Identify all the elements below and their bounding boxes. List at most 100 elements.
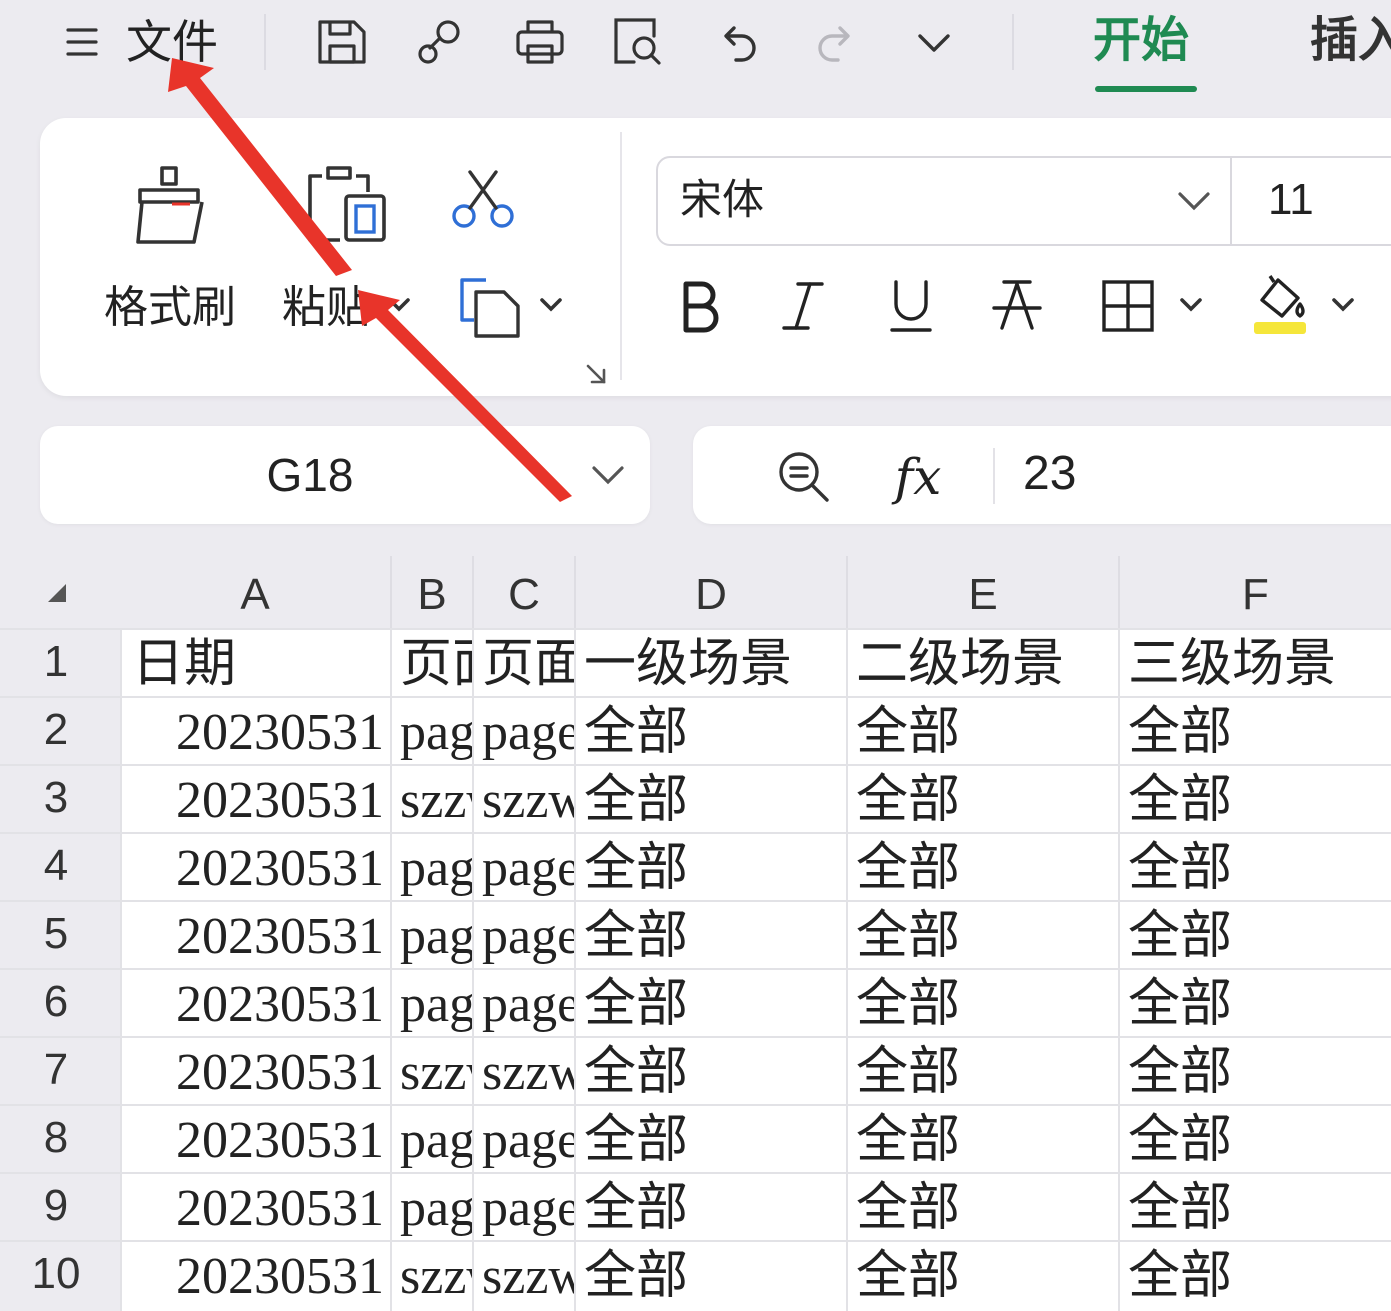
row-header[interactable]: 5 [0,900,112,968]
cell-d8[interactable]: 全部 [584,1104,846,1172]
cell-d10[interactable]: 全部 [584,1240,846,1308]
cell-f9[interactable]: 全部 [1128,1172,1391,1240]
cell-b1[interactable]: 页面 [400,628,472,696]
copy-dropdown-chevron-icon[interactable] [536,290,566,320]
more-chevron-icon[interactable] [906,14,962,70]
row-header[interactable]: 8 [0,1104,112,1172]
cell-a2[interactable]: 20230531 [124,696,384,764]
cell-e8[interactable]: 全部 [856,1104,1118,1172]
cell-d1[interactable]: 一级场景 [584,628,846,696]
cell-b8[interactable]: page [400,1104,472,1172]
cell-c5[interactable]: page [482,900,574,968]
font-family-chevron-icon[interactable] [1174,184,1214,218]
redo-icon[interactable] [808,14,864,70]
cell-c4[interactable]: page [482,832,574,900]
select-all-corner-icon[interactable] [44,580,70,606]
column-header-a[interactable]: A [120,560,390,630]
name-box[interactable]: G18 [40,426,650,524]
row-header[interactable]: 10 [0,1240,112,1308]
cell-b5[interactable]: page [400,900,472,968]
format-painter-icon[interactable] [130,160,210,250]
fill-color-icon[interactable] [1250,270,1314,338]
cell-c7[interactable]: szzw [482,1036,574,1104]
underline-icon[interactable] [884,276,938,336]
column-header-d[interactable]: D [576,560,846,630]
cell-a1[interactable]: 日期 [132,628,388,696]
bold-icon[interactable] [676,276,724,336]
cell-a6[interactable]: 20230531 [124,968,384,1036]
format-painter-link-icon[interactable] [414,14,470,70]
cell-f1[interactable]: 三级场景 [1128,628,1391,696]
column-header-b[interactable]: B [392,560,472,630]
row-header[interactable]: 6 [0,968,112,1036]
formula-value[interactable]: 23 [1023,444,1076,504]
column-header-c[interactable]: C [474,560,574,630]
cell-d4[interactable]: 全部 [584,832,846,900]
borders-chevron-icon[interactable] [1176,290,1206,320]
cell-e9[interactable]: 全部 [856,1172,1118,1240]
cell-e6[interactable]: 全部 [856,968,1118,1036]
zoom-out-icon[interactable] [775,448,833,506]
cell-a5[interactable]: 20230531 [124,900,384,968]
save-icon[interactable] [314,14,370,70]
cell-f5[interactable]: 全部 [1128,900,1391,968]
cell-a8[interactable]: 20230531 [124,1104,384,1172]
print-icon[interactable] [512,14,568,70]
cell-a7[interactable]: 20230531 [124,1036,384,1104]
cell-e4[interactable]: 全部 [856,832,1118,900]
row-header[interactable]: 1 [0,628,112,696]
cell-f4[interactable]: 全部 [1128,832,1391,900]
cell-a4[interactable]: 20230531 [124,832,384,900]
cell-f3[interactable]: 全部 [1128,764,1391,832]
cell-c1[interactable]: 页面 [482,628,574,696]
cell-d9[interactable]: 全部 [584,1172,846,1240]
tab-insert[interactable]: 插入 [1310,10,1391,72]
paste-label[interactable]: 粘贴 [282,280,370,336]
cell-b2[interactable]: page [400,696,472,764]
cell-b7[interactable]: szzw [400,1036,472,1104]
hamburger-icon[interactable] [54,14,110,70]
cell-b6[interactable]: page [400,968,472,1036]
fill-color-chevron-icon[interactable] [1328,290,1358,320]
italic-icon[interactable] [776,276,830,336]
cell-e10[interactable]: 全部 [856,1240,1118,1308]
borders-icon[interactable] [1100,278,1156,334]
print-preview-icon[interactable] [610,14,666,70]
insert-function-icon[interactable]: fx [885,446,951,508]
cell-f2[interactable]: 全部 [1128,696,1391,764]
cell-c3[interactable]: szzw [482,764,574,832]
paste-icon[interactable] [306,162,388,244]
row-header[interactable]: 3 [0,764,112,832]
cell-b10[interactable]: szzw [400,1240,472,1308]
cell-d6[interactable]: 全部 [584,968,846,1036]
row-header[interactable]: 9 [0,1172,112,1240]
cell-f7[interactable]: 全部 [1128,1036,1391,1104]
cell-f10[interactable]: 全部 [1128,1240,1391,1308]
cell-e5[interactable]: 全部 [856,900,1118,968]
cell-f8[interactable]: 全部 [1128,1104,1391,1172]
cell-f6[interactable]: 全部 [1128,968,1391,1036]
cell-c2[interactable]: page [482,696,574,764]
cut-icon[interactable] [448,168,518,232]
cell-a9[interactable]: 20230531 [124,1172,384,1240]
cell-d7[interactable]: 全部 [584,1036,846,1104]
cell-e1[interactable]: 二级场景 [856,628,1118,696]
row-header[interactable]: 4 [0,832,112,900]
clipboard-launcher-icon[interactable] [584,362,610,388]
cell-b9[interactable]: page [400,1172,472,1240]
column-header-f[interactable]: F [1120,560,1391,630]
format-painter-label[interactable]: 格式刷 [104,280,236,336]
formula-bar[interactable]: fx 23 [693,426,1391,524]
cell-a10[interactable]: 20230531 [124,1240,384,1308]
cell-e2[interactable]: 全部 [856,696,1118,764]
column-header-e[interactable]: E [848,560,1118,630]
row-header[interactable]: 2 [0,696,112,764]
cell-b4[interactable]: page [400,832,472,900]
cell-a3[interactable]: 20230531 [124,764,384,832]
file-menu-label[interactable]: 文件 [126,12,218,72]
name-box-chevron-icon[interactable] [588,458,628,492]
row-header[interactable]: 7 [0,1036,112,1104]
cell-c8[interactable]: page [482,1104,574,1172]
undo-icon[interactable] [710,14,766,70]
tab-start[interactable]: 开始 [1093,10,1189,72]
